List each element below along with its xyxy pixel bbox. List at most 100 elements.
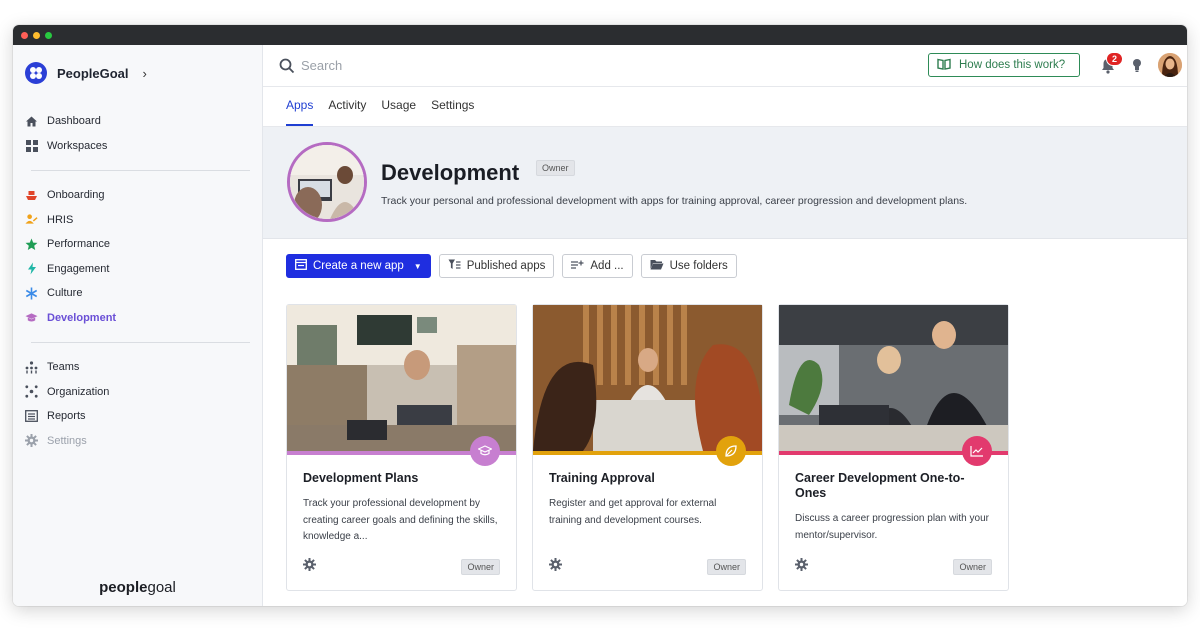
wordmark-bold: people	[99, 579, 148, 596]
how-button-label: How does this work?	[959, 59, 1066, 71]
tab-settings[interactable]: Settings	[431, 98, 474, 126]
app-card-training-approval[interactable]: Training Approval Register and get appro…	[532, 304, 763, 591]
wordmark-light: goal	[147, 579, 176, 596]
graduation-cap-icon	[25, 311, 38, 324]
tab-apps[interactable]: Apps	[286, 98, 314, 126]
create-button-label: Create a new app	[313, 260, 404, 272]
chevron-right-icon: ›	[142, 65, 147, 81]
workspace-image	[287, 142, 367, 222]
sidebar-item-label: HRIS	[47, 213, 74, 226]
sidebar-item-workspaces[interactable]: Workspaces	[25, 134, 262, 159]
chart-up-icon	[962, 436, 992, 466]
peoplegoal-wordmark: peoplegoal	[13, 579, 262, 596]
gear-icon[interactable]	[303, 558, 316, 576]
star-icon	[25, 238, 38, 251]
sidebar-item-culture[interactable]: Culture	[25, 281, 262, 306]
create-new-app-button[interactable]: Create a new app ▼	[286, 254, 431, 278]
sidebar-item-label: Teams	[47, 361, 80, 374]
people-icon	[25, 213, 38, 226]
graduation-cap-icon	[470, 436, 500, 466]
workspace-switcher[interactable]: PeopleGoal ›	[13, 45, 262, 101]
sidebar-item-organization[interactable]: Organization	[25, 380, 262, 405]
tab-usage[interactable]: Usage	[381, 98, 416, 126]
sidebar-item-teams[interactable]: Teams	[25, 355, 262, 380]
sidebar-item-hris[interactable]: HRIS	[25, 208, 262, 233]
minimize-window-dot[interactable]	[33, 31, 40, 39]
sidebar-item-label: Onboarding	[47, 189, 105, 202]
close-window-dot[interactable]	[21, 31, 28, 39]
published-apps-button[interactable]: Published apps	[438, 254, 555, 278]
tab-activity[interactable]: Activity	[328, 98, 366, 126]
sidebar-item-dashboard[interactable]: Dashboard	[25, 109, 262, 134]
role-badge: Owner	[953, 559, 992, 575]
main-content: How does this work? 2 Apps Activity Usag…	[263, 45, 1187, 606]
card-footer: Owner	[303, 558, 500, 576]
reports-icon	[25, 410, 38, 423]
notification-count-badge: 2	[1106, 52, 1123, 66]
add-button[interactable]: Add ...	[562, 254, 633, 278]
card-footer: Owner	[795, 558, 992, 576]
sidebar-divider	[31, 342, 250, 343]
app-card-career-development[interactable]: Career Development One-to-Ones Discuss a…	[778, 304, 1009, 591]
role-badge: Owner	[707, 559, 746, 575]
gear-icon[interactable]	[549, 558, 562, 576]
sidebar-item-label: Organization	[47, 385, 110, 398]
search-icon	[279, 58, 295, 74]
user-avatar[interactable]	[1158, 53, 1182, 77]
form-icon	[295, 259, 307, 273]
lightbulb-icon[interactable]	[1132, 58, 1142, 73]
top-bar: How does this work? 2	[263, 45, 1187, 87]
asterisk-icon	[25, 287, 38, 300]
app-card-development-plans[interactable]: Development Plans Track your professiona…	[286, 304, 517, 591]
action-toolbar: Create a new app ▼ Published apps Add ..…	[286, 254, 737, 278]
ship-icon	[25, 189, 38, 202]
sidebar-item-label: Culture	[47, 287, 83, 300]
sidebar-item-onboarding[interactable]: Onboarding	[25, 183, 262, 208]
gear-icon[interactable]	[795, 558, 808, 576]
add-button-label: Add ...	[590, 260, 624, 272]
how-does-this-work-button[interactable]: How does this work?	[928, 53, 1080, 77]
card-image	[287, 305, 516, 451]
window-titlebar	[13, 25, 1187, 45]
bolt-icon	[25, 262, 38, 275]
book-icon	[937, 58, 951, 73]
card-description: Track your professional development by c…	[303, 498, 498, 542]
workspace-header: Development Owner Track your personal an…	[263, 127, 1187, 239]
use-folders-button[interactable]: Use folders	[640, 254, 737, 278]
maximize-window-dot[interactable]	[45, 31, 52, 39]
search-input[interactable]	[301, 58, 601, 73]
sidebar-item-label: Development	[47, 311, 117, 324]
card-description: Register and get approval for external t…	[549, 498, 717, 526]
app-card-grid: Development Plans Track your professiona…	[286, 304, 1009, 591]
sidebar-item-label: Settings	[47, 434, 87, 447]
tab-bar: Apps Activity Usage Settings	[263, 87, 1187, 127]
card-footer: Owner	[549, 558, 746, 576]
card-image	[533, 305, 762, 451]
caret-down-icon: ▼	[413, 261, 422, 271]
sidebar-item-label: Engagement	[47, 262, 110, 275]
sidebar-item-label: Reports	[47, 410, 86, 423]
sidebar-divider	[31, 170, 250, 171]
role-badge: Owner	[536, 160, 575, 176]
sidebar-item-reports[interactable]: Reports	[25, 404, 262, 429]
published-button-label: Published apps	[466, 260, 546, 272]
sidebar-item-label: Performance	[47, 238, 110, 251]
home-icon	[25, 115, 38, 128]
grid-icon	[25, 139, 38, 152]
folder-icon	[650, 259, 664, 273]
brand-name: PeopleGoal	[57, 65, 129, 81]
sidebar-item-performance[interactable]: Performance	[25, 232, 262, 257]
sidebar: PeopleGoal › Dashboard Workspaces Onboar…	[13, 45, 263, 606]
workspace-description: Track your personal and professional dev…	[381, 195, 968, 207]
card-description: Discuss a career progression plan with y…	[795, 513, 989, 541]
card-title: Career Development One-to-Ones	[795, 471, 965, 500]
organization-icon	[25, 385, 38, 398]
browser-window: PeopleGoal › Dashboard Workspaces Onboar…	[13, 25, 1187, 606]
gear-icon	[25, 434, 38, 448]
sidebar-item-development[interactable]: Development	[25, 306, 262, 331]
sidebar-item-engagement[interactable]: Engagement	[25, 257, 262, 282]
add-list-icon	[571, 260, 584, 273]
role-badge: Owner	[461, 559, 500, 575]
sidebar-item-settings[interactable]: Settings	[25, 429, 262, 454]
peoplegoal-logo-icon	[25, 62, 47, 84]
